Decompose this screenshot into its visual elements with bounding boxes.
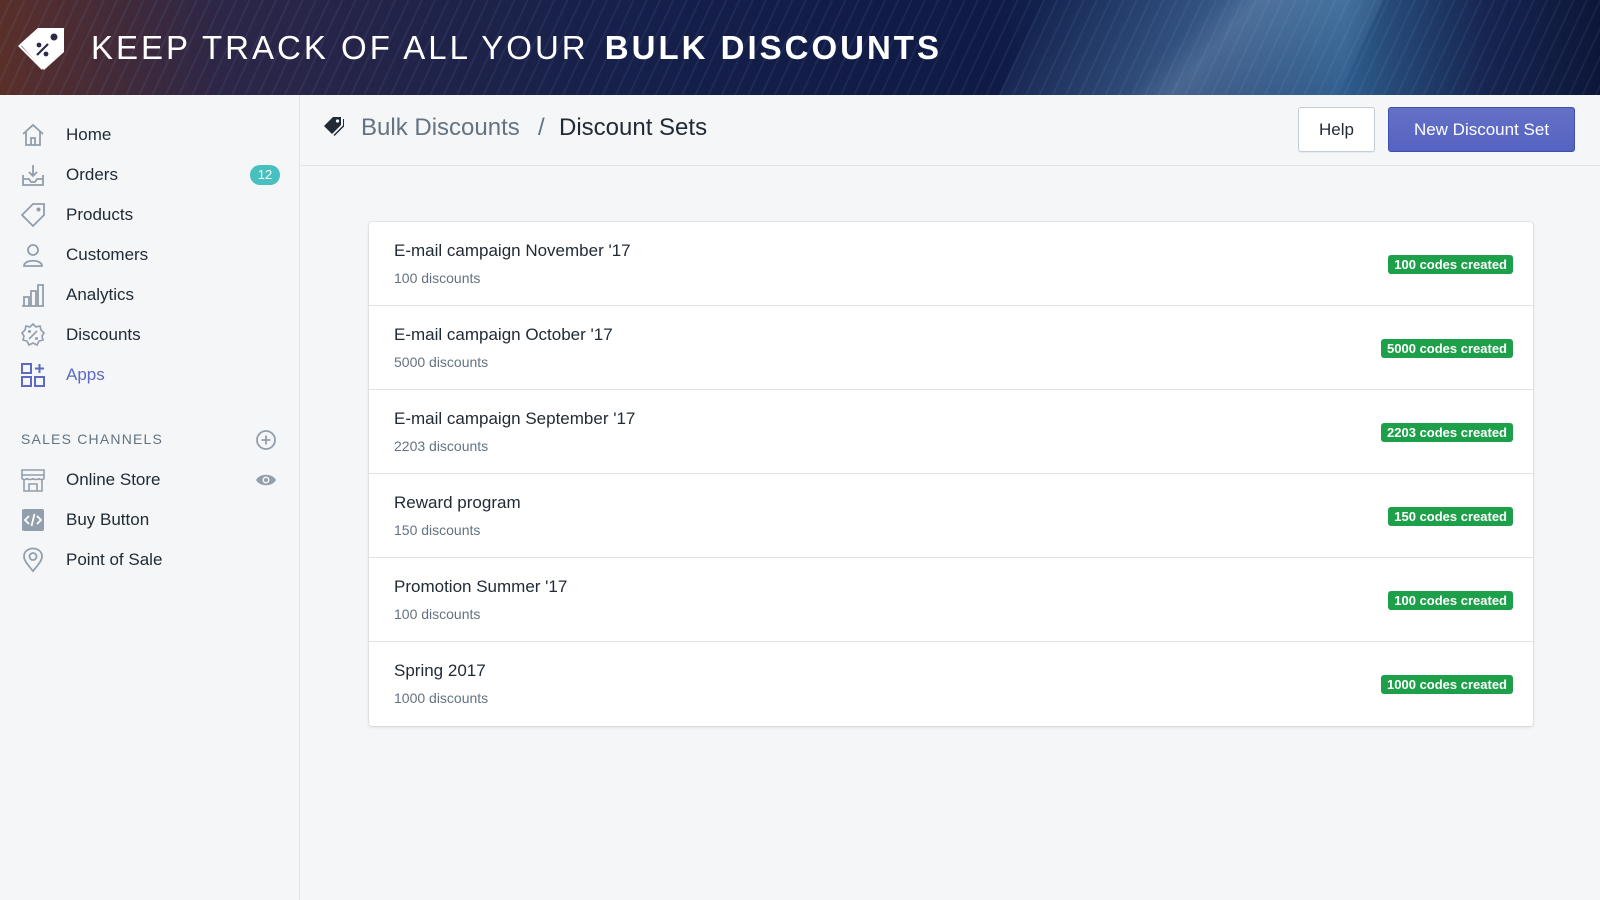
discount-set-count: 100 discounts bbox=[394, 270, 481, 286]
sidebar-item-discounts[interactable]: Discounts bbox=[0, 315, 300, 355]
location-pin-icon bbox=[19, 546, 47, 574]
discount-set-count: 1000 discounts bbox=[394, 690, 489, 706]
orders-icon bbox=[19, 161, 47, 189]
promo-banner: KEEP TRACK OF ALL YOUR BULK DISCOUNTS bbox=[0, 0, 1600, 95]
page-title: Discount Sets bbox=[559, 114, 708, 141]
sidebar-item-label: Home bbox=[66, 125, 112, 144]
banner-title-light: KEEP TRACK OF ALL YOUR bbox=[91, 29, 589, 66]
banner-title-bold: BULK DISCOUNTS bbox=[604, 29, 942, 66]
sidebar: Home Orders 12 Products Customers Analyt… bbox=[0, 95, 300, 900]
sidebar-item-buy-button[interactable]: Buy Button bbox=[0, 500, 300, 540]
status-badge: 5000 codes created bbox=[1381, 339, 1513, 358]
discount-set-title: E-mail campaign September '17 bbox=[394, 409, 636, 428]
breadcrumb-separator: / bbox=[538, 114, 545, 141]
sales-channels-heading: SALES CHANNELS bbox=[21, 431, 164, 447]
discount-set-title: Spring 2017 bbox=[394, 661, 486, 680]
new-discount-set-button[interactable]: New Discount Set bbox=[1388, 107, 1575, 152]
orders-count-badge: 12 bbox=[250, 165, 280, 185]
sidebar-item-label: Online Store bbox=[66, 470, 161, 489]
discount-icon bbox=[19, 321, 47, 349]
discount-set-title: E-mail campaign October '17 bbox=[394, 325, 613, 344]
discount-set-row[interactable]: Promotion Summer '17 100 discounts 100 c… bbox=[369, 558, 1533, 642]
bar-chart-icon bbox=[19, 281, 47, 309]
sidebar-item-products[interactable]: Products bbox=[0, 195, 300, 235]
discount-set-row[interactable]: Reward program 150 discounts 150 codes c… bbox=[369, 474, 1533, 558]
sidebar-item-analytics[interactable]: Analytics bbox=[0, 275, 300, 315]
discount-set-title: Promotion Summer '17 bbox=[394, 577, 568, 596]
sidebar-item-online-store[interactable]: Online Store bbox=[0, 460, 300, 500]
status-badge: 150 codes created bbox=[1388, 507, 1513, 526]
discount-set-count: 150 discounts bbox=[394, 522, 481, 538]
sidebar-item-label: Orders bbox=[66, 165, 118, 184]
sidebar-item-apps[interactable]: Apps bbox=[0, 355, 300, 395]
sidebar-item-label: Point of Sale bbox=[66, 550, 163, 569]
sidebar-item-label: Products bbox=[66, 205, 134, 224]
discount-tag-icon bbox=[18, 28, 64, 70]
sidebar-item-label: Analytics bbox=[66, 285, 135, 304]
page-header: Bulk Discounts / Discount Sets Help New … bbox=[301, 95, 1600, 166]
tags-icon bbox=[324, 117, 344, 136]
discount-set-row[interactable]: Spring 2017 1000 discounts 1000 codes cr… bbox=[369, 642, 1533, 726]
sidebar-item-customers[interactable]: Customers bbox=[0, 235, 300, 275]
sidebar-item-label: Customers bbox=[66, 245, 149, 264]
sidebar-item-orders[interactable]: Orders 12 bbox=[0, 155, 300, 195]
discount-set-count: 100 discounts bbox=[394, 606, 481, 622]
discount-set-row[interactable]: E-mail campaign November '17 100 discoun… bbox=[369, 222, 1533, 306]
discount-sets-card: E-mail campaign November '17 100 discoun… bbox=[369, 222, 1533, 726]
store-icon bbox=[19, 466, 47, 494]
sidebar-item-label: Buy Button bbox=[66, 510, 150, 529]
sidebar-item-home[interactable]: Home bbox=[0, 115, 300, 155]
eye-icon[interactable] bbox=[255, 471, 277, 489]
sidebar-item-point-of-sale[interactable]: Point of Sale bbox=[0, 540, 300, 580]
banner-title: KEEP TRACK OF ALL YOUR BULK DISCOUNTS bbox=[91, 28, 942, 68]
apps-icon bbox=[19, 361, 47, 389]
discount-set-count: 2203 discounts bbox=[394, 438, 489, 454]
discount-set-count: 5000 discounts bbox=[394, 354, 489, 370]
sidebar-item-label: Apps bbox=[66, 365, 105, 384]
discount-set-row[interactable]: E-mail campaign October '17 5000 discoun… bbox=[369, 306, 1533, 390]
help-button[interactable]: Help bbox=[1298, 107, 1375, 152]
status-badge: 100 codes created bbox=[1388, 255, 1513, 274]
code-icon bbox=[19, 506, 47, 534]
status-badge: 1000 codes created bbox=[1381, 675, 1513, 694]
person-icon bbox=[19, 241, 47, 269]
sidebar-item-label: Discounts bbox=[66, 325, 141, 344]
home-icon bbox=[19, 121, 47, 149]
banner-light-streak bbox=[978, 0, 1402, 95]
breadcrumb-parent-link[interactable]: Bulk Discounts bbox=[361, 114, 520, 142]
discount-set-title: Reward program bbox=[394, 493, 521, 512]
status-badge: 2203 codes created bbox=[1381, 423, 1513, 442]
discount-set-title: E-mail campaign November '17 bbox=[394, 241, 631, 260]
add-circle-icon[interactable] bbox=[255, 429, 277, 451]
tag-icon bbox=[19, 201, 47, 229]
discount-set-row[interactable]: E-mail campaign September '17 2203 disco… bbox=[369, 390, 1533, 474]
status-badge: 100 codes created bbox=[1388, 591, 1513, 610]
